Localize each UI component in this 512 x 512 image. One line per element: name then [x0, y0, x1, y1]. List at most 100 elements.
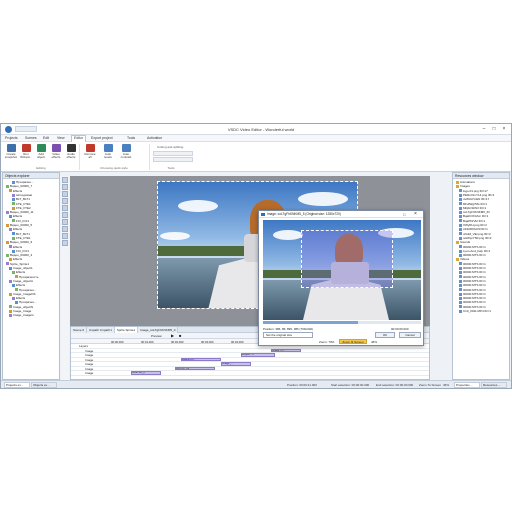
resource-item-icon [456, 240, 459, 244]
resource-item-icon [459, 279, 462, 283]
tree-item-label: Image_ImageG [13, 313, 34, 318]
resource-item-icon [459, 283, 462, 287]
resource-item-icon [459, 215, 462, 219]
dialog-time: 00:00:00.000 [391, 327, 409, 331]
track-row[interactable]: Image mcaT3m_0 [71, 371, 429, 376]
menu-projects[interactable]: Projects [5, 136, 18, 140]
auto-levels-button[interactable]: Auto levels [101, 144, 115, 164]
minimize-icon[interactable]: – [481, 127, 487, 132]
resource-item-icon [459, 210, 462, 214]
ribbon-button-label: Run Wizard... [20, 152, 32, 160]
maximize-icon[interactable]: □ [491, 127, 497, 132]
add-object-button[interactable]: Add object [34, 144, 48, 164]
tree-item-icon [9, 279, 12, 283]
menu-export-project[interactable]: Export project [91, 136, 113, 140]
resource-item-icon [459, 266, 462, 270]
status-position: Position: 00:00:21.000 [287, 383, 317, 387]
resources-tree[interactable]: Animations Images logo-01.png ID=17 PERuVim… [453, 179, 509, 374]
tab-objects-explorer[interactable]: Objects ex... [31, 382, 57, 388]
ribbon-button-label: Create snapshot [4, 152, 18, 160]
tab-resources[interactable]: Resources ... [481, 382, 507, 388]
remove-all-button[interactable]: Remove all [83, 144, 97, 164]
size-dropdown[interactable]: Set the original size [263, 332, 313, 338]
tool-column [61, 176, 69, 388]
tools-row-2[interactable] [153, 157, 193, 162]
zoom-fit-button[interactable]: Zoom fit Screen [339, 339, 367, 344]
close-icon[interactable]: × [501, 127, 507, 132]
ribbon-button-label: Audio effects [66, 152, 76, 160]
objects-tree[interactable]: Прозрачно... Видео_00000_7 Effects Автоуров… [3, 179, 59, 374]
ribbon-button-label: Add object [36, 152, 45, 160]
resource-item-icon [459, 253, 462, 257]
menu-tools[interactable]: Tools [127, 136, 135, 140]
timeline-clip[interactable]: mcaT3m_0 [131, 371, 161, 375]
ribbon-button-label: Auto levels [104, 152, 112, 160]
tree-item-icon [12, 236, 15, 240]
tree-item[interactable]: Image_ImageG [3, 313, 34, 317]
play-icon[interactable]: ▶ [171, 333, 174, 338]
audio-tool-icon[interactable] [62, 219, 68, 225]
menu-edit[interactable]: Edit [43, 136, 49, 140]
cloud [178, 200, 218, 212]
tree-item-icon [9, 314, 12, 317]
window-title: VSDC Video Editor - Wonderful world [227, 127, 295, 132]
wizard-icon [21, 144, 31, 152]
select-tool-icon[interactable] [62, 177, 68, 183]
hand-tool-icon[interactable] [62, 184, 68, 190]
tree-item-icon [9, 245, 12, 249]
shape-tool-icon[interactable] [62, 198, 68, 204]
resource-item-icon [459, 232, 462, 236]
dialog-close-icon[interactable]: × [414, 211, 417, 217]
tab-projects-explorer[interactable]: Projects ex... [4, 382, 30, 388]
resource-item-icon [459, 249, 462, 253]
dialog-maximize-icon[interactable]: □ [403, 212, 405, 217]
resource-item-icon [456, 180, 459, 184]
timeline-tracks[interactable]: Layers Image Image_ct... Image WMjcd...5 Imag… [71, 344, 429, 376]
timeline-clip[interactable]: ccoTcfh_01 [175, 366, 215, 371]
sprite-tool-icon[interactable] [62, 233, 68, 239]
menu-activation[interactable]: Activation [147, 136, 162, 140]
resource-item-label: C10_0011.MP4 ID=1 [463, 309, 491, 313]
menu-scenes[interactable]: Scenes [25, 136, 37, 140]
stop-icon[interactable]: ■ [179, 333, 181, 338]
tree-item-icon [9, 305, 12, 309]
tree-item-icon [12, 193, 15, 197]
timeline-clip[interactable]: WMjcd...5 [241, 353, 275, 357]
menu-editor[interactable]: Editor [71, 135, 87, 142]
timeline-clip[interactable]: Image_... [221, 362, 251, 366]
ok-button[interactable]: OK [375, 332, 395, 338]
status-zoom[interactable]: Zoom To Screen [419, 383, 441, 387]
tools-row-1[interactable] [153, 151, 193, 156]
dialog-title: Image: coLTgFhKNKM5_5 (Original size: 12… [259, 211, 423, 218]
dialog-slider[interactable] [263, 321, 421, 324]
preview-button[interactable]: Preview [151, 334, 162, 338]
tree-item-icon [12, 296, 15, 300]
chart-tool-icon[interactable] [62, 226, 68, 232]
resource-item-icon [456, 258, 459, 262]
video-effects-button[interactable]: Video effects [49, 144, 63, 164]
text-tool-icon[interactable] [62, 191, 68, 197]
wizard-button[interactable]: Run Wizard... [19, 144, 33, 164]
dialog-image[interactable] [263, 220, 421, 320]
tree-item-icon [12, 180, 15, 184]
remove-all-icon [85, 144, 95, 152]
resource-item-icon [459, 301, 462, 305]
menu-view[interactable]: View [57, 136, 65, 140]
resource-item[interactable]: C10_0011.MP4 ID=1 [453, 309, 491, 313]
video-tool-icon[interactable] [62, 212, 68, 218]
tab-properties[interactable]: Properties ... [454, 382, 480, 388]
quick-access-toolbar[interactable] [15, 126, 37, 132]
timeline-clip[interactable]: BqaNKOx... [181, 357, 221, 362]
tree-item-icon [12, 283, 15, 287]
ribbon-button-label: Video effects [51, 152, 61, 160]
audio-effects-button[interactable]: Audio effects [64, 144, 78, 164]
auto-contrast-button[interactable]: Auto contrast [119, 144, 133, 164]
dialog-zoom-pct: 46% [371, 340, 378, 344]
group-label-tools: Tools [167, 166, 175, 170]
effect-tool-icon[interactable] [62, 240, 68, 246]
timeline-clip[interactable]: Image_ct... [271, 348, 301, 353]
image-tool-icon[interactable] [62, 205, 68, 211]
cancel-button[interactable]: Cancel [399, 332, 421, 338]
crop-selection[interactable] [301, 230, 393, 288]
camera-button[interactable]: Create snapshot [4, 144, 18, 164]
